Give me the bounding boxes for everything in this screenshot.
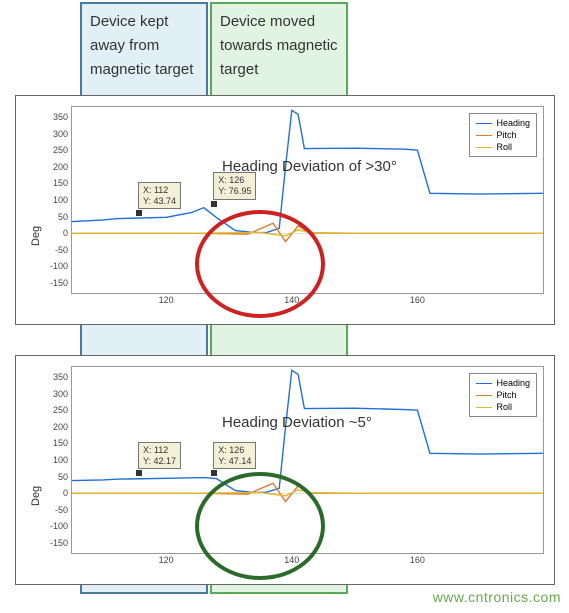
- legend-top: Heading Pitch Roll: [469, 113, 537, 157]
- y-tick: 350: [53, 112, 72, 122]
- highlight-circle-red: [195, 210, 325, 318]
- legend-swatch: [476, 407, 492, 408]
- annotation-bottom: Heading Deviation ~5°: [222, 410, 372, 436]
- datatip-top-left: X: 112 Y: 43.74: [138, 182, 181, 210]
- datatip-x: X: 112: [143, 445, 168, 455]
- y-tick: 0: [63, 228, 72, 238]
- legend-row: Pitch: [476, 389, 530, 401]
- datatip-y: Y: 42.17: [143, 456, 176, 466]
- legend-label: Roll: [496, 141, 512, 153]
- legend-swatch: [476, 147, 492, 148]
- y-tick: 50: [58, 472, 72, 482]
- legend-label: Pitch: [496, 389, 516, 401]
- y-tick: 150: [53, 178, 72, 188]
- legend-swatch: [476, 395, 492, 396]
- y-tick: -50: [55, 505, 72, 515]
- y-tick: -100: [50, 521, 72, 531]
- datatip-x: X: 112: [143, 185, 168, 195]
- x-tick: 120: [159, 553, 174, 565]
- y-tick: 250: [53, 405, 72, 415]
- legend-swatch: [476, 123, 492, 124]
- x-tick: 120: [159, 293, 174, 305]
- y-tick: 100: [53, 195, 72, 205]
- legend-row: Roll: [476, 141, 530, 153]
- x-tick: 160: [410, 553, 425, 565]
- legend-label: Pitch: [496, 129, 516, 141]
- y-tick: 350: [53, 372, 72, 382]
- y-tick: -50: [55, 245, 72, 255]
- y-tick: 100: [53, 455, 72, 465]
- datatip-y: Y: 76.95: [218, 186, 251, 196]
- legend-row: Pitch: [476, 129, 530, 141]
- legend-swatch: [476, 383, 492, 384]
- legend-label: Heading: [496, 377, 530, 389]
- y-axis-label: Deg: [30, 486, 42, 506]
- y-tick: -150: [50, 278, 72, 288]
- overlay-towards-label: Device moved towards magnetic target: [220, 13, 338, 78]
- y-tick: -100: [50, 261, 72, 271]
- legend-bottom: Heading Pitch Roll: [469, 373, 537, 417]
- y-axis-label: Deg: [30, 226, 42, 246]
- highlight-circle-green: [195, 472, 325, 580]
- y-tick: 150: [53, 438, 72, 448]
- y-tick: 0: [63, 488, 72, 498]
- overlay-away-label: Device kept away from magnetic target: [90, 13, 193, 78]
- watermark: www.cntronics.com: [433, 589, 561, 605]
- datatip-y: Y: 43.74: [143, 196, 176, 206]
- y-tick: -150: [50, 538, 72, 548]
- x-tick: 160: [410, 293, 425, 305]
- datatip-bot-left: X: 112 Y: 42.17: [138, 442, 181, 470]
- datatip-bot-right: X: 126 Y: 47.14: [213, 442, 256, 470]
- y-tick: 300: [53, 129, 72, 139]
- legend-row: Heading: [476, 377, 530, 389]
- legend-swatch: [476, 135, 492, 136]
- y-tick: 50: [58, 212, 72, 222]
- legend-label: Roll: [496, 401, 512, 413]
- y-tick: 200: [53, 162, 72, 172]
- datatip-x: X: 126: [218, 445, 244, 455]
- annotation-top: Heading Deviation of >30°: [222, 154, 397, 180]
- legend-label: Heading: [496, 117, 530, 129]
- datatip-y: Y: 47.14: [218, 456, 251, 466]
- y-tick: 300: [53, 389, 72, 399]
- legend-row: Heading: [476, 117, 530, 129]
- y-tick: 200: [53, 422, 72, 432]
- legend-row: Roll: [476, 401, 530, 413]
- y-tick: 250: [53, 145, 72, 155]
